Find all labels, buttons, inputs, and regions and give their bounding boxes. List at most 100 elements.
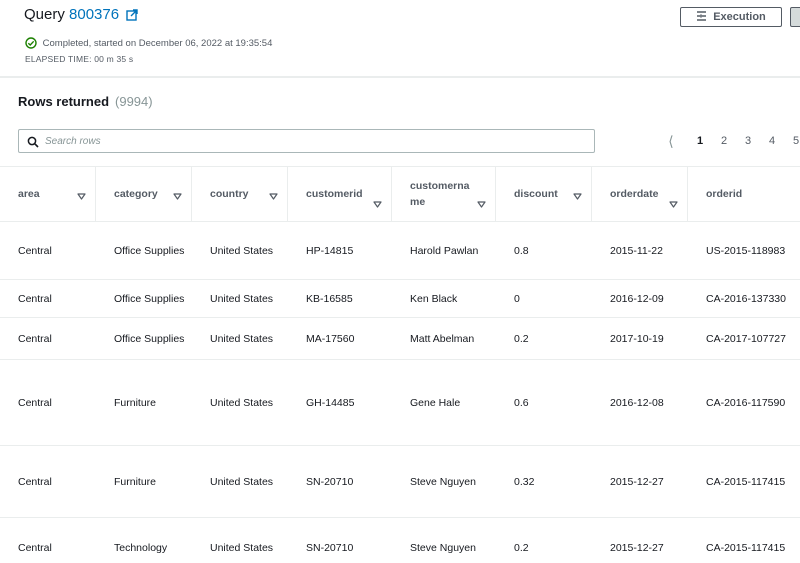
cell-orderid: CA-2015-117415 [688, 446, 800, 518]
column-header-label: customername [410, 178, 473, 210]
page-2-button[interactable]: 2 [712, 135, 736, 147]
pagination: ⟨ 1 2 3 4 5 [664, 133, 800, 149]
cell-customerid: KB-16585 [288, 280, 392, 318]
cell-area: Central [0, 280, 96, 318]
secondary-action-button[interactable] [790, 7, 800, 27]
cell-orderdate: 2015-12-27 [592, 518, 688, 563]
query-status: Completed, started on December 06, 2022 … [25, 37, 272, 52]
cell-area: Central [0, 518, 96, 563]
column-header-label: orderdate [610, 186, 658, 202]
column-header-cell: customername [392, 167, 496, 221]
cell-country: United States [192, 222, 288, 280]
cell-category: Technology [96, 518, 192, 563]
table-header-row: area categorycountry customerid customernam… [0, 167, 800, 222]
cell-discount: 0.2 [496, 518, 592, 563]
column-header-customername[interactable]: customername [392, 167, 496, 222]
cell-discount: 0.32 [496, 446, 592, 518]
column-header-category[interactable]: category [96, 167, 192, 222]
sort-descending-icon[interactable] [669, 197, 678, 213]
sort-descending-icon[interactable] [477, 197, 486, 213]
cell-orderid: US-2015-118983 [688, 222, 800, 280]
sort-descending-icon[interactable] [173, 189, 182, 205]
results-table: area categorycountry customerid customernam… [0, 166, 800, 563]
column-header-cell: orderdate [592, 167, 688, 221]
page-3-button[interactable]: 3 [736, 135, 760, 147]
sort-descending-icon[interactable] [77, 189, 86, 205]
page-4-button[interactable]: 4 [760, 135, 784, 147]
cell-customername: Ken Black [392, 280, 496, 318]
sort-descending-icon[interactable] [573, 189, 582, 205]
column-header-orderdate[interactable]: orderdate [592, 167, 688, 222]
column-header-country[interactable]: country [192, 167, 288, 222]
column-header-discount[interactable]: discount [496, 167, 592, 222]
cell-orderid: CA-2015-117415 [688, 518, 800, 563]
cell-category: Office Supplies [96, 318, 192, 360]
rows-returned-heading: Rows returned (9994) [18, 94, 153, 109]
column-header-cell: orderid [688, 167, 800, 221]
cell-discount: 0 [496, 280, 592, 318]
cell-area: Central [0, 360, 96, 446]
column-header-orderid[interactable]: orderid [688, 167, 800, 222]
cell-area: Central [0, 446, 96, 518]
column-header-label: area [18, 186, 40, 202]
execution-button-label: Execution [713, 11, 766, 23]
cell-country: United States [192, 518, 288, 563]
cell-category: Furniture [96, 360, 192, 446]
table-row: CentralOffice SuppliesUnited StatesKB-16… [0, 280, 800, 318]
cell-customerid: HP-14815 [288, 222, 392, 280]
cell-customerid: MA-17560 [288, 318, 392, 360]
query-id-link[interactable]: 800376 [69, 6, 119, 23]
cell-category: Furniture [96, 446, 192, 518]
page-1-button[interactable]: 1 [688, 135, 712, 147]
elapsed-time: ELAPSED TIME: 00 m 35 s [25, 54, 133, 64]
cell-category: Office Supplies [96, 222, 192, 280]
cell-orderid: CA-2016-137330 [688, 280, 800, 318]
cell-customername: Steve Nguyen [392, 446, 496, 518]
page-5-button[interactable]: 5 [784, 135, 800, 147]
cell-customerid: SN-20710 [288, 518, 392, 563]
query-title: Query 800376 [24, 6, 138, 25]
search-box [18, 129, 595, 153]
column-header-cell: category [96, 167, 192, 221]
execution-details-icon [696, 11, 707, 24]
column-header-customerid[interactable]: customerid [288, 167, 392, 222]
column-header-cell: country [192, 167, 288, 221]
column-header-cell: customerid [288, 167, 392, 221]
search-icon [27, 135, 39, 153]
results-table-container: area categorycountry customerid customernam… [0, 166, 800, 563]
column-header-label: customerid [306, 186, 363, 202]
cell-orderid: CA-2016-117590 [688, 360, 800, 446]
sort-descending-icon[interactable] [373, 197, 382, 213]
column-header-label: discount [514, 186, 558, 202]
execution-button[interactable]: Execution [680, 7, 782, 27]
external-link-icon[interactable] [126, 8, 138, 25]
cell-country: United States [192, 360, 288, 446]
table-row: CentralOffice SuppliesUnited StatesHP-14… [0, 222, 800, 280]
column-header-cell: discount [496, 167, 592, 221]
cell-customername: Steve Nguyen [392, 518, 496, 563]
cell-orderdate: 2017-10-19 [592, 318, 688, 360]
cell-orderdate: 2015-12-27 [592, 446, 688, 518]
cell-orderdate: 2016-12-08 [592, 360, 688, 446]
cell-country: United States [192, 446, 288, 518]
query-header: Query 800376 Completed, started on Decem… [0, 0, 800, 77]
column-header-area[interactable]: area [0, 167, 96, 222]
cell-customerid: SN-20710 [288, 446, 392, 518]
column-header-cell: area [0, 167, 96, 221]
table-row: CentralFurnitureUnited StatesSN-20710Ste… [0, 446, 800, 518]
status-text: Completed, started on December 06, 2022 … [43, 38, 273, 49]
success-check-icon [25, 37, 37, 52]
cell-customerid: GH-14485 [288, 360, 392, 446]
search-rows-input[interactable] [45, 132, 585, 150]
sort-descending-icon[interactable] [269, 189, 278, 205]
cell-category: Office Supplies [96, 280, 192, 318]
rows-returned-title: Rows returned [18, 94, 109, 109]
table-row: CentralOffice SuppliesUnited StatesMA-17… [0, 318, 800, 360]
rows-returned-count: (9994) [115, 94, 153, 109]
cell-country: United States [192, 318, 288, 360]
previous-page-icon[interactable]: ⟨ [664, 133, 678, 149]
cell-country: United States [192, 280, 288, 318]
cell-area: Central [0, 222, 96, 280]
cell-customername: Harold Pawlan [392, 222, 496, 280]
query-label: Query [24, 6, 65, 23]
